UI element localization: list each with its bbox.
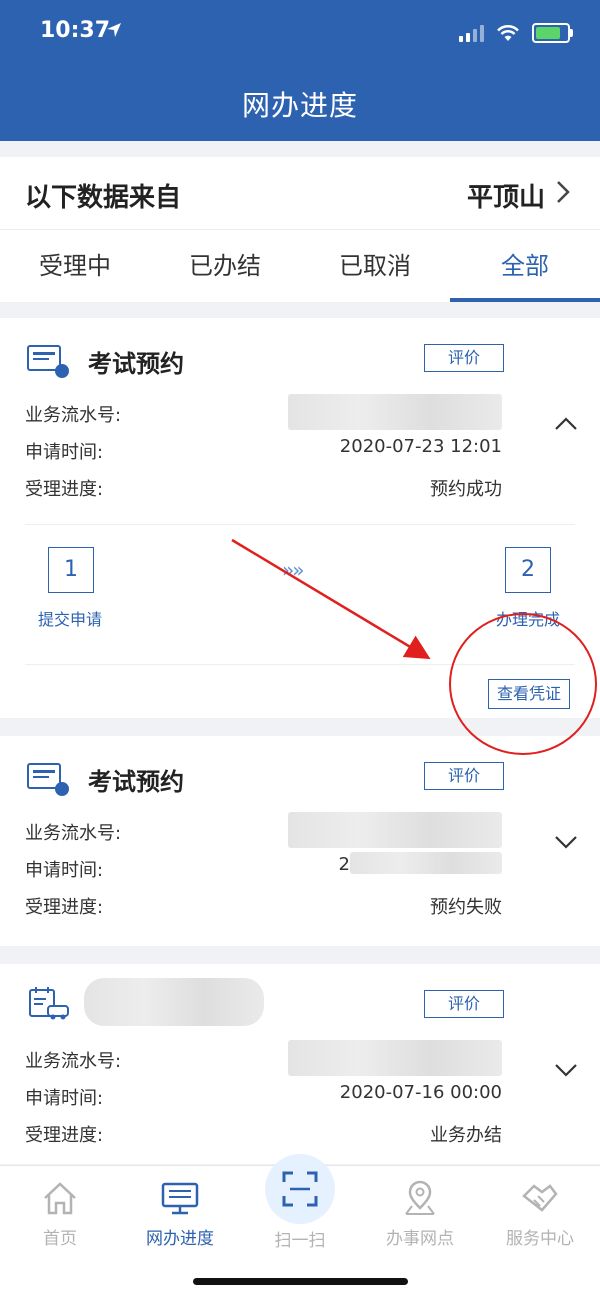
- serial-label: 业务流水号:: [25, 405, 122, 426]
- apply-time-value: 2020-07-16 00:00: [339, 1082, 502, 1103]
- reservation-doc-icon: [27, 345, 69, 378]
- nav-service-center[interactable]: 服务中心: [480, 1174, 600, 1249]
- redacted-time: [350, 852, 502, 874]
- handshake-icon: [522, 1184, 558, 1212]
- apply-time-value: 2020-07-23 12:01: [339, 436, 502, 457]
- scan-icon: [282, 1171, 318, 1207]
- apply-time-value: 2: [338, 854, 350, 875]
- chevron-up-icon[interactable]: [553, 414, 579, 434]
- progress-value: 预约失败: [430, 897, 502, 918]
- signal-icon: [459, 24, 484, 42]
- view-voucher-button[interactable]: 查看凭证: [488, 679, 570, 709]
- app-header: 10:37 网办进度: [0, 0, 600, 141]
- chevron-down-icon[interactable]: [553, 1060, 579, 1080]
- application-card: 评价 业务流水号: 申请时间: 2020-07-16 00:00 受理进度: 业…: [0, 964, 600, 1164]
- progress-label: 受理进度:: [25, 897, 104, 918]
- double-chevron-icon: »»: [282, 558, 305, 582]
- card-title: 考试预约: [88, 768, 184, 796]
- battery-icon: [532, 23, 573, 43]
- step-2-label: 办理完成: [496, 610, 561, 629]
- progress-label: 受理进度:: [25, 1125, 104, 1146]
- tab-completed[interactable]: 已办结: [150, 230, 300, 302]
- progress-value: 业务办结: [430, 1125, 502, 1146]
- tab-all[interactable]: 全部: [450, 230, 600, 302]
- progress-value: 预约成功: [430, 479, 502, 500]
- page-title: 网办进度: [241, 89, 358, 122]
- nav-progress[interactable]: 网办进度: [120, 1174, 240, 1249]
- redacted-serial: [288, 1040, 502, 1076]
- monitor-icon: [161, 1182, 199, 1215]
- status-tabs: 受理中 已办结 已取消 全部: [0, 229, 600, 302]
- apply-time-label: 申请时间:: [25, 860, 104, 881]
- card-title: 考试预约: [88, 350, 184, 378]
- nav-home[interactable]: 首页: [0, 1174, 120, 1249]
- home-indicator: [193, 1278, 408, 1285]
- tab-in-progress[interactable]: 受理中: [0, 230, 150, 302]
- serial-label: 业务流水号:: [25, 823, 122, 844]
- redacted-title: [84, 978, 264, 1026]
- step-1-label: 提交申请: [38, 610, 103, 629]
- calendar-car-icon: [29, 987, 69, 1020]
- rate-button[interactable]: 评价: [424, 990, 504, 1018]
- step-2-badge: 2: [505, 547, 551, 593]
- chevron-right-icon: [557, 181, 570, 203]
- nav-scan[interactable]: 扫一扫: [240, 1154, 360, 1251]
- data-source-selector[interactable]: 以下数据来自 平顶山: [0, 157, 600, 229]
- map-pin-icon: [405, 1180, 435, 1215]
- rate-button[interactable]: 评价: [424, 344, 504, 372]
- application-card: 考试预约 评价 业务流水号: 申请时间: 2020-07-23 12:01 受理…: [0, 318, 600, 718]
- progress-label: 受理进度:: [25, 479, 104, 500]
- wifi-icon: [497, 25, 519, 41]
- location-arrow-icon: [107, 23, 121, 37]
- home-icon: [44, 1182, 76, 1215]
- redacted-serial: [288, 812, 502, 848]
- apply-time-label: 申请时间:: [25, 1088, 104, 1109]
- status-time: 10:37: [40, 18, 111, 43]
- chevron-down-icon[interactable]: [553, 832, 579, 852]
- nav-service-points[interactable]: 办事网点: [360, 1174, 480, 1249]
- rate-button[interactable]: 评价: [424, 762, 504, 790]
- reservation-doc-icon: [27, 763, 69, 796]
- serial-label: 业务流水号:: [25, 1051, 122, 1072]
- redacted-serial: [288, 394, 502, 430]
- apply-time-label: 申请时间:: [25, 442, 104, 463]
- application-card: 考试预约 评价 业务流水号: 申请时间: 2 受理进度: 预约失败: [0, 736, 600, 946]
- tab-cancelled[interactable]: 已取消: [300, 230, 450, 302]
- source-city: 平顶山: [466, 183, 545, 213]
- step-1-badge: 1: [48, 547, 94, 593]
- source-label: 以下数据来自: [25, 183, 182, 213]
